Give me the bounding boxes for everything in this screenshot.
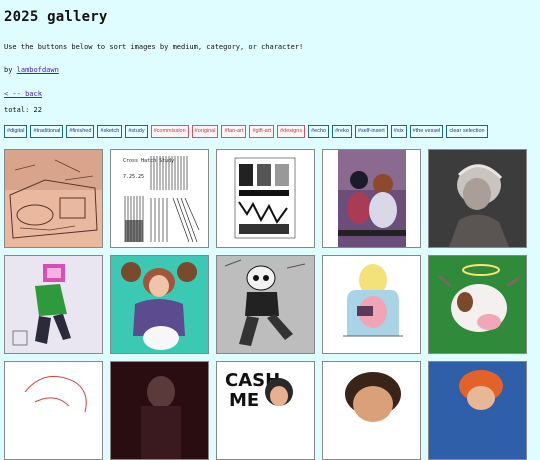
cross-hatch-study-image: Cross Hatch Study 7.25.25	[111, 150, 208, 247]
gallery-grid: Cross Hatch Study 7.25.25 CASH ME	[4, 149, 536, 460]
filter-finished[interactable]: #finished	[66, 125, 95, 138]
ram-girl-image	[111, 256, 208, 353]
gallery-thumb-cross-hatch-study[interactable]: Cross Hatch Study 7.25.25	[110, 149, 209, 248]
total-count: total: 22	[4, 106, 42, 114]
gallery-thumb-blonde-chair[interactable]	[322, 255, 421, 354]
cash-me-image: CASH ME	[217, 362, 314, 459]
gallery-thumb-halo-cow[interactable]	[428, 255, 527, 354]
dark-figure-image	[111, 362, 208, 459]
byline-prefix: by	[4, 66, 17, 74]
page-description: Use the buttons below to sort images by …	[4, 43, 304, 51]
orange-hair-image	[429, 362, 526, 459]
gallery-page: 2025 gallery Use the buttons below to so…	[0, 0, 540, 460]
filter-study[interactable]: #study	[125, 125, 148, 138]
clear-selection-button[interactable]: clear selection	[446, 125, 488, 138]
tv-head-image	[5, 256, 102, 353]
sketch-date-text: 7.25.25	[123, 174, 144, 180]
gallery-thumb-smirk-boy[interactable]	[322, 361, 421, 460]
filter-sketch[interactable]: #sketch	[97, 125, 123, 138]
gallery-thumb-line-sketch[interactable]	[4, 361, 103, 460]
filter-six[interactable]: #six	[390, 125, 407, 138]
filter-reko[interactable]: #reko	[332, 125, 352, 138]
gallery-thumb-cash-me[interactable]: CASH ME	[216, 361, 315, 460]
room-sketch-image	[5, 150, 102, 247]
gallery-thumb-orange-hair[interactable]	[428, 361, 527, 460]
value-study-image	[217, 150, 314, 247]
filter-gift-art[interactable]: #gift-art	[249, 125, 275, 138]
gallery-thumb-couple-couch[interactable]	[322, 149, 421, 248]
gallery-thumb-room-sketch[interactable]	[4, 149, 103, 248]
couple-couch-image	[323, 150, 420, 247]
author-link[interactable]: lambofdawn	[17, 66, 59, 74]
gallery-thumb-tv-head[interactable]	[4, 255, 103, 354]
filter-self-insert[interactable]: #self-insert	[354, 125, 388, 138]
gallery-thumb-value-study[interactable]	[216, 149, 315, 248]
gallery-thumb-ram-girl[interactable]	[110, 255, 209, 354]
page-title: 2025 gallery	[4, 9, 108, 25]
gallery-thumb-dark-figure[interactable]	[110, 361, 209, 460]
skull-character-image	[217, 256, 314, 353]
back-link[interactable]: < -- back	[4, 89, 536, 99]
halo-cow-image	[429, 256, 526, 353]
filter-traditional[interactable]: #traditional	[30, 125, 64, 138]
filter-the-vessel[interactable]: #the vessel	[409, 125, 444, 138]
filter-fan-art[interactable]: #fan-art	[221, 125, 247, 138]
smirk-boy-image	[323, 362, 420, 459]
byline: by lambofdawn	[4, 65, 536, 75]
filter-original[interactable]: #original	[191, 125, 219, 138]
blonde-chair-image	[323, 256, 420, 353]
filter-commission[interactable]: #commission	[150, 125, 189, 138]
gallery-thumb-portrait-gray[interactable]	[428, 149, 527, 248]
svg-text:ME: ME	[229, 390, 259, 411]
portrait-gray-image	[429, 150, 526, 247]
filter-digital[interactable]: #digital	[4, 125, 28, 138]
gallery-thumb-skull-character[interactable]	[216, 255, 315, 354]
sketch-title-text: Cross Hatch Study	[123, 158, 174, 164]
line-sketch-image	[5, 362, 102, 459]
filter-bar: #digital #traditional #finished #sketch …	[4, 125, 536, 138]
filter-designs[interactable]: #designs	[277, 125, 306, 138]
filter-echo[interactable]: #echo	[308, 125, 330, 138]
